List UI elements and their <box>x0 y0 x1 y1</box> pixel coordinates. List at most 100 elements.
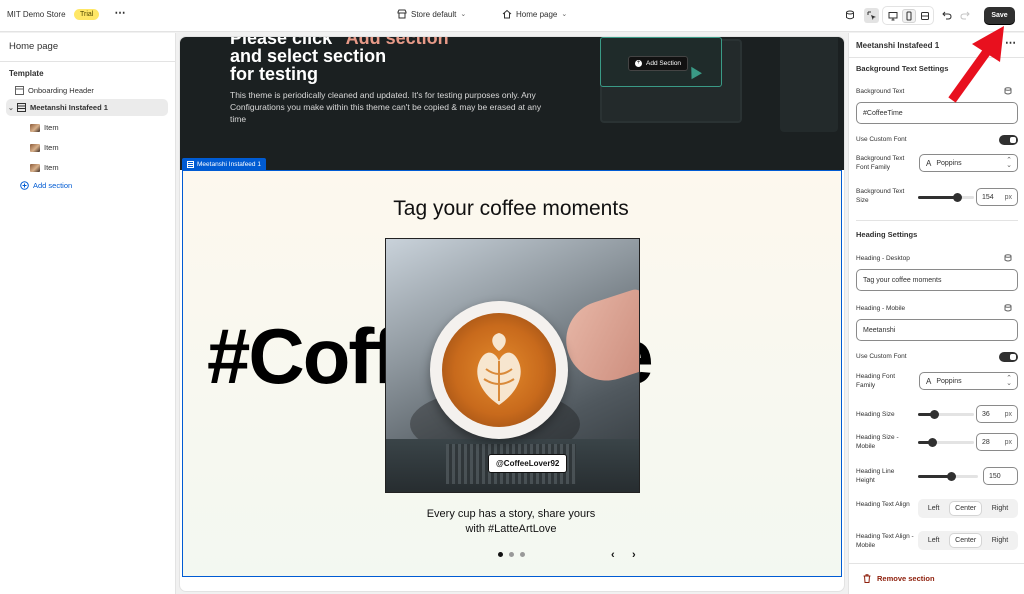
divider <box>0 61 176 62</box>
tree-item-label: Item <box>44 123 59 132</box>
inspector-icon[interactable] <box>864 8 879 23</box>
tree-item-meetanshi-instafeed[interactable]: ⌄ Meetanshi Instafeed 1 <box>6 99 168 116</box>
store-icon <box>397 9 407 19</box>
align-center-option[interactable]: Center <box>950 502 982 515</box>
mobile-icon[interactable] <box>902 9 916 23</box>
slider-handle[interactable] <box>927 438 937 447</box>
heading-line-height-label: Heading Line Height <box>856 468 895 484</box>
heading-settings-heading: Heading Settings <box>856 230 918 239</box>
section-heading: Tag your coffee moments <box>393 197 629 220</box>
settings-panel: Meetanshi Instafeed 1 ⋯ Background Text … <box>848 33 1024 594</box>
slider-fill <box>918 196 958 199</box>
feed-caption: Every cup has a story, share yours with … <box>183 507 839 537</box>
redo-icon[interactable] <box>958 8 972 22</box>
save-button[interactable]: Save <box>984 7 1015 24</box>
tree-item-block[interactable]: Item <box>6 139 168 156</box>
align-right-option[interactable]: Right <box>987 502 1013 515</box>
more-options-button[interactable]: ⋯ <box>1005 36 1016 49</box>
image-thumbnail <box>30 143 40 152</box>
bg-settings-heading: Background Text Settings <box>856 64 949 73</box>
left-sidebar: Home page Template Onboarding Header ⌄ M… <box>0 33 176 594</box>
divider <box>856 220 1018 221</box>
desktop-icon[interactable] <box>886 9 900 23</box>
slider-handle[interactable] <box>930 410 940 419</box>
heading-size-mobile-slider[interactable] <box>918 438 974 447</box>
divider <box>849 563 1024 564</box>
instagram-handle-tag[interactable]: @CoffeeLover92 <box>488 454 568 473</box>
slider-handle[interactable] <box>952 193 962 202</box>
heading-mobile-input[interactable]: Meetanshi <box>856 319 1018 341</box>
remove-section-button[interactable]: Remove section <box>863 574 935 583</box>
bg-font-family-value: Poppins <box>936 159 962 167</box>
pagination-dot[interactable] <box>498 552 503 557</box>
bg-text-size-label: Background Text Size <box>856 188 905 204</box>
tree-item-onboarding-header[interactable]: Onboarding Header <box>6 82 168 99</box>
next-arrow-icon[interactable]: › <box>632 549 636 561</box>
onboard-add-section-label: Add Section <box>646 60 682 67</box>
heading-line-height-input[interactable]: 150 <box>983 467 1018 485</box>
instafeed-section[interactable]: Tag your coffee moments #CoffeeTime @Cof… <box>182 170 842 577</box>
onboarding-header-section[interactable]: Please click "Add section" and select se… <box>180 37 844 170</box>
dynamic-source-icon[interactable] <box>1004 304 1012 312</box>
undo-icon[interactable] <box>940 8 954 22</box>
dynamic-source-icon[interactable] <box>1004 87 1012 95</box>
chevron-down-icon[interactable]: ⌄ <box>8 104 16 112</box>
heading-text-align-label: Heading Text Align <box>856 501 910 508</box>
onboard-heading-line3: for testing <box>230 64 318 84</box>
pagination-dot[interactable] <box>509 552 514 557</box>
heading-text-align-group: Left Center Right <box>918 499 1018 518</box>
heading-size-input[interactable]: 36 px <box>976 405 1018 423</box>
align-center-option[interactable]: Center <box>950 534 982 547</box>
add-section-button[interactable]: Add section <box>20 181 72 190</box>
heading-mobile-label: Heading - Mobile <box>856 305 906 312</box>
prev-arrow-icon[interactable]: ‹ <box>611 549 615 561</box>
caption-line2: with #LatteArtLove <box>465 523 557 535</box>
heading-size-mobile-input[interactable]: 28 px <box>976 433 1018 451</box>
pagination-dot[interactable] <box>520 552 525 557</box>
use-custom-font-toggle[interactable] <box>999 135 1018 145</box>
theme-preview: Please click "Add section" and select se… <box>180 37 844 591</box>
page-select-label: Home page <box>516 9 558 19</box>
latte-art-shape <box>477 333 521 405</box>
heading-font-family-select[interactable]: A Poppins ⌃ ⌄ <box>919 372 1018 390</box>
bg-font-family-select[interactable]: A Poppins ⌃ ⌄ <box>919 154 1018 172</box>
use-custom-font-toggle[interactable] <box>999 352 1018 362</box>
bg-text-input[interactable]: #CoffeeTime <box>856 102 1018 124</box>
chevron-down-icon: ⌄ <box>561 11 568 18</box>
use-custom-font-label: Use Custom Font <box>856 353 907 360</box>
trial-badge: Trial <box>74 9 100 20</box>
database-icon[interactable] <box>843 8 857 22</box>
heading-line-height-slider[interactable] <box>918 472 978 481</box>
onboard-add-section-chip: + Add Section <box>628 56 689 71</box>
bg-text-label: Background Text <box>856 88 905 95</box>
heading-desktop-input[interactable]: Tag your coffee moments <box>856 269 1018 291</box>
align-right-option[interactable]: Right <box>987 534 1013 547</box>
heading-size-mobile-value: 28 <box>982 438 990 446</box>
store-name[interactable]: MIT Demo Store <box>7 10 66 19</box>
section-icon <box>14 86 24 96</box>
bg-text-size-slider[interactable] <box>918 193 974 202</box>
onboard-text: This theme is periodically cleaned and u… <box>230 90 542 124</box>
store-select[interactable]: Store default ⌄ <box>397 9 466 19</box>
slider-handle[interactable] <box>946 472 956 481</box>
caption-line1: Every cup has a story, share yours <box>426 508 596 520</box>
heading-text-align-mobile-label: Heading Text Align - Mobile <box>856 533 914 549</box>
align-left-option[interactable]: Left <box>923 502 945 515</box>
bg-text-size-input[interactable]: 154 px <box>976 188 1018 206</box>
hand-shape <box>555 287 639 391</box>
feed-image[interactable]: @CoffeeLover92 <box>385 238 640 493</box>
tree-item-block[interactable]: Item <box>6 119 168 136</box>
align-left-option[interactable]: Left <box>923 534 945 547</box>
select-chevron-icon: ⌃ ⌄ <box>1006 375 1012 387</box>
dynamic-source-icon[interactable] <box>1004 254 1012 262</box>
page-select[interactable]: Home page ⌄ <box>502 9 567 19</box>
tree-item-label: Item <box>44 163 59 172</box>
heading-size-slider[interactable] <box>918 410 974 419</box>
heading-size-value: 36 <box>982 410 990 418</box>
fullscreen-icon[interactable] <box>918 9 932 23</box>
bg-text-size-value: 154 <box>982 193 994 201</box>
more-actions-button[interactable]: ⋯ <box>112 6 128 24</box>
selected-section-tag: Meetanshi Instafeed 1 <box>182 158 266 170</box>
onboard-heading-line2: and select section <box>230 46 387 66</box>
tree-item-block[interactable]: Item <box>6 159 168 176</box>
